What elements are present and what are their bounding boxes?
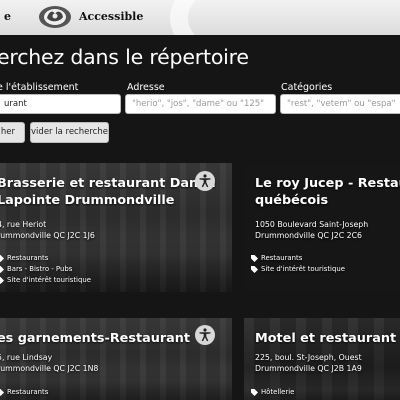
result-card[interactable]: Motel et restaurant Blan 225, boul. St-J… <box>244 318 400 400</box>
rose-logo-icon[interactable] <box>37 4 73 30</box>
tag-icon <box>0 266 4 273</box>
tag-icon <box>0 389 4 396</box>
result-tags: Restaurants <box>0 387 48 398</box>
result-title-line[interactable]: Le roy Jucep - Restaura <box>255 175 400 192</box>
tag-item: Bars - Bistro - Pubs <box>0 264 91 275</box>
site-header: e Accessible <box>0 0 400 35</box>
tag-item: Restaurants <box>0 253 91 264</box>
brand-name-left[interactable]: e <box>4 10 11 23</box>
clear-search-button[interactable]: vider la recherche <box>30 122 109 143</box>
address-input[interactable] <box>125 94 276 114</box>
result-tags: Hôtellerie <box>251 387 294 398</box>
result-title-line[interactable]: Lapointe Drummondville <box>0 192 216 209</box>
tag-item: Restaurants <box>251 253 345 264</box>
tag-icon <box>251 389 258 396</box>
tag-item: Site d'intérêt touristique <box>0 275 91 286</box>
result-title[interactable]: Motel et restaurant Blan <box>255 330 400 347</box>
name-label: e l'établissement <box>0 82 79 93</box>
brand-name-right[interactable]: Accessible <box>79 10 143 23</box>
tag-label: Site d'intérêt touristique <box>7 276 91 284</box>
tag-label: Hôtellerie <box>261 388 295 396</box>
categories-label: Catégories <box>281 82 333 93</box>
categories-input[interactable] <box>280 94 400 114</box>
tag-label: Site d'intérêt touristique <box>261 265 345 273</box>
address-line: 5, rue Lindsay <box>0 353 53 362</box>
name-input[interactable] <box>0 94 121 114</box>
search-button[interactable]: her <box>0 122 25 143</box>
tag-label: Restaurants <box>7 388 49 396</box>
result-title-line[interactable]: Brasserie et restaurant Daniel <box>0 175 216 192</box>
page-title: erchez dans le répertoire <box>0 45 249 69</box>
address-line: 1050 Boulevard Saint-Joseph <box>255 220 369 229</box>
result-title-line[interactable]: Motel et restaurant Blan <box>255 330 400 347</box>
accessibility-icon <box>195 171 215 191</box>
result-address: 4, rue Heriot rummondville QC J2C 1J6 <box>0 219 95 241</box>
result-title[interactable]: Le roy Jucep - Restaura québécois <box>255 175 400 209</box>
result-title[interactable]: es garnements-Restaurant <box>0 330 190 347</box>
result-title-line[interactable]: es garnements-Restaurant <box>0 330 190 347</box>
tag-label: Restaurants <box>261 254 303 262</box>
tag-item: Hôtellerie <box>251 387 294 398</box>
result-tags: Restaurants Bars - Bistro - Pubs Site d'… <box>0 253 91 286</box>
result-address: 225, boul. St-Joseph, Ouest Drummondvill… <box>255 352 362 374</box>
address-line: rummondville QC J2C 1J6 <box>0 231 95 240</box>
tag-label: Bars - Bistro - Pubs <box>7 265 73 273</box>
result-card[interactable]: Le roy Jucep - Restaura québécois 1050 B… <box>244 163 400 292</box>
address-line: rummondville QC J2C 1N8 <box>0 364 99 373</box>
tag-label: Restaurants <box>7 254 49 262</box>
address-line: 225, boul. St-Joseph, Ouest <box>255 353 362 362</box>
address-line: Drummondville QC J2C 2C6 <box>255 231 362 240</box>
address-label: Adresse <box>127 82 165 93</box>
result-address: 1050 Boulevard Saint-Joseph Drummondvill… <box>255 219 368 241</box>
tag-icon <box>251 255 258 262</box>
address-line: 4, rue Heriot <box>0 220 47 229</box>
tag-icon <box>0 255 4 262</box>
tag-item: Site d'intérêt touristique <box>251 264 345 275</box>
tag-icon <box>251 266 258 273</box>
tag-item: Restaurants <box>0 387 48 398</box>
tag-icon <box>0 277 4 284</box>
address-line: Drummondville QC J2B 1A9 <box>255 364 362 373</box>
result-title-line[interactable]: québécois <box>255 192 400 209</box>
result-address: 5, rue Lindsay rummondville QC J2C 1N8 <box>0 352 98 374</box>
result-title[interactable]: Brasserie et restaurant Daniel Lapointe … <box>0 175 216 209</box>
result-tags: Restaurants Site d'intérêt touristique <box>251 253 345 275</box>
accessibility-icon <box>195 325 215 345</box>
